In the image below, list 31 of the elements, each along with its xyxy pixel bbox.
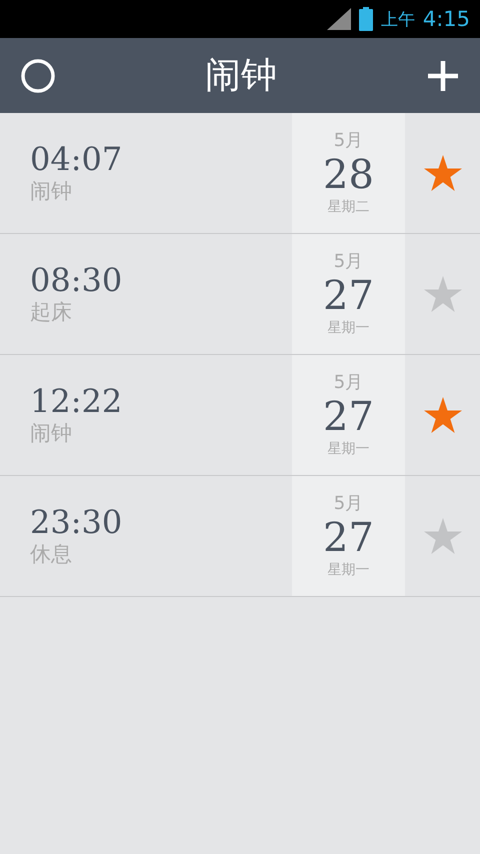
battery-icon — [358, 7, 373, 31]
alarm-month: 5月 — [334, 251, 364, 273]
alarm-weekday: 星期一 — [328, 440, 370, 458]
alarm-weekday: 星期二 — [328, 198, 370, 216]
alarm-weekday: 星期一 — [328, 561, 370, 579]
alarm-time: 08:30 — [30, 262, 124, 298]
alarm-label: 休息 — [30, 541, 73, 568]
alarm-time: 04:07 — [30, 141, 124, 177]
alarm-label: 闹钟 — [30, 178, 73, 205]
alarm-month: 5月 — [334, 130, 364, 152]
star-button[interactable] — [424, 518, 462, 554]
app-title: 闹钟 — [205, 54, 277, 98]
alarm-day: 28 — [323, 152, 374, 198]
alarm-time: 23:30 — [30, 504, 124, 540]
star-button[interactable] — [424, 397, 462, 433]
alarm-label: 起床 — [30, 299, 73, 326]
alarm-day: 27 — [323, 394, 374, 440]
circle-button[interactable] — [20, 58, 56, 94]
add-button[interactable] — [426, 58, 460, 92]
alarm-day: 27 — [323, 515, 374, 561]
alarm-time: 12:22 — [30, 383, 124, 419]
star-button[interactable] — [424, 155, 462, 191]
alarm-label: 闹钟 — [30, 420, 73, 447]
alarm-month: 5月 — [334, 493, 364, 515]
alarm-day: 27 — [323, 273, 374, 319]
star-button[interactable] — [424, 276, 462, 312]
alarm-month: 5月 — [334, 372, 364, 394]
alarm-weekday: 星期一 — [328, 319, 370, 337]
signal-icon — [326, 8, 351, 30]
time-period: 上午 — [380, 8, 415, 30]
clock-time: 4:15 — [422, 7, 470, 31]
